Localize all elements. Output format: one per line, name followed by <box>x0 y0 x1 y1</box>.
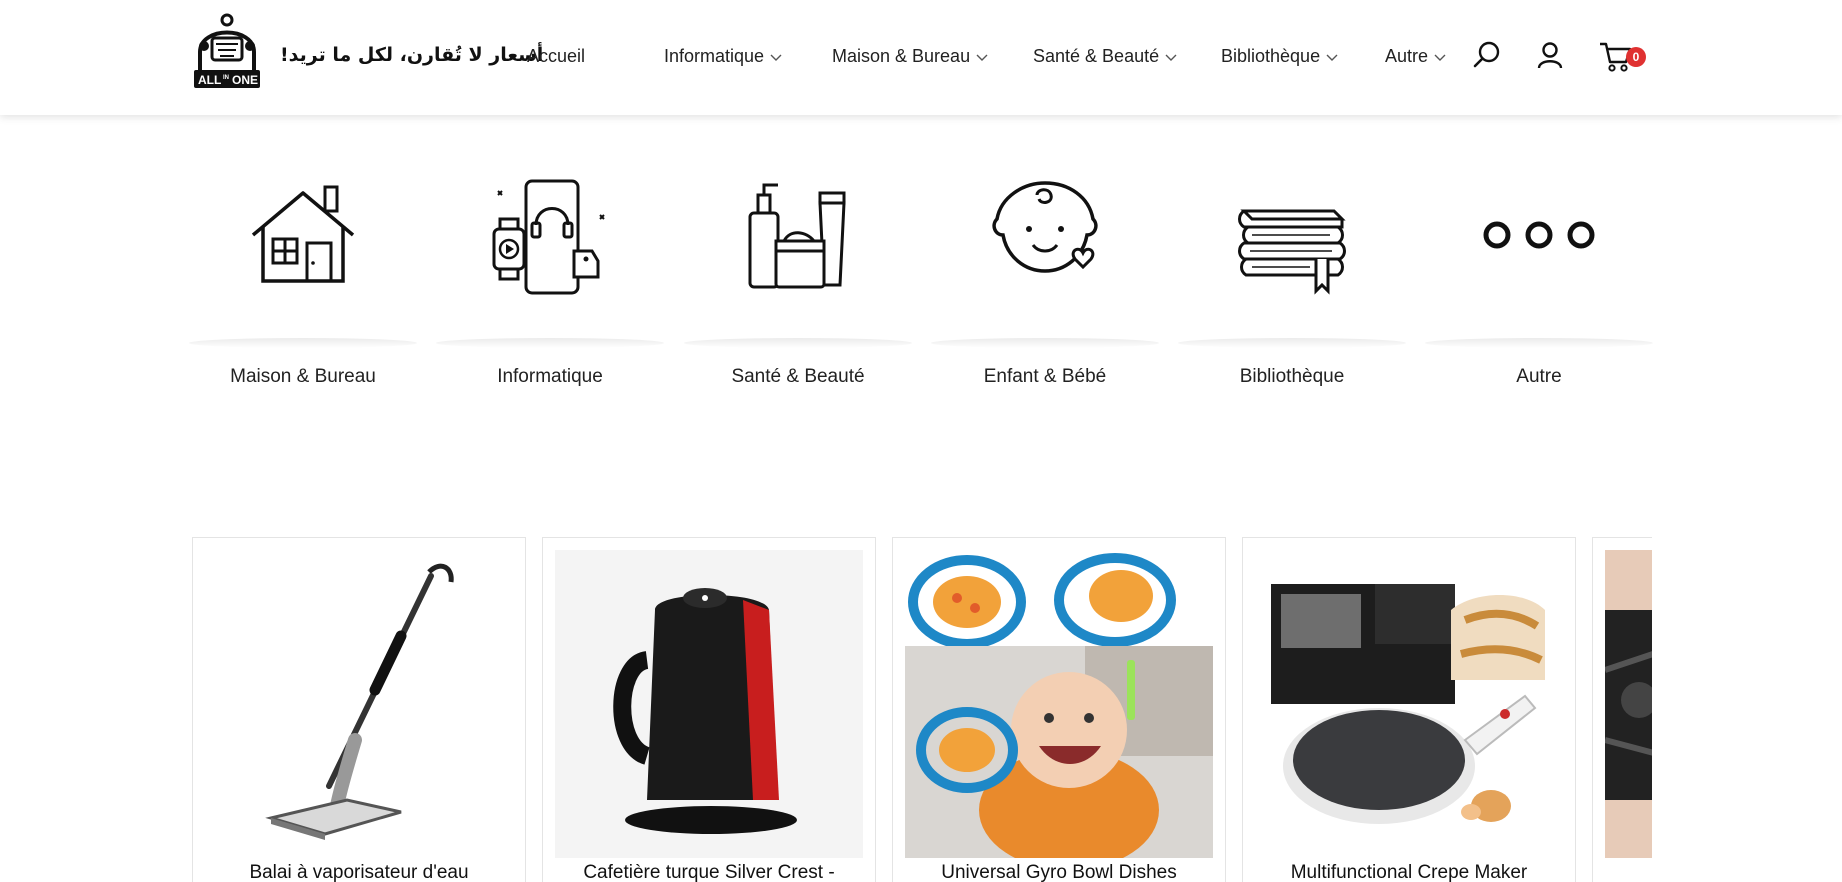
product-card[interactable]: Multifunctional Crepe Maker <box>1242 537 1576 882</box>
chevron-down-icon <box>1165 54 1177 61</box>
more-dots-icon <box>1483 221 1595 249</box>
books-icon <box>1238 209 1346 295</box>
crepe-maker-image <box>1255 550 1563 858</box>
house-icon <box>251 185 355 283</box>
logo-text-in: IN <box>223 75 229 81</box>
product-title: Balai à vaporisateur d'eau <box>249 862 469 882</box>
product-carousel: Balai à vaporisateur d'eau Cafetière tur… <box>192 537 1652 882</box>
brand-tagline: أسعار لا تُقارن، لكل ما تريد! <box>280 44 544 66</box>
category-bibliotheque[interactable]: Bibliothèque <box>1178 165 1406 395</box>
category-divider <box>1178 338 1406 348</box>
chevron-down-icon <box>1326 54 1338 61</box>
product-card[interactable]: Cafetière turque Silver Crest - <box>542 537 876 882</box>
product-card[interactable]: Universal Gyro Bowl Dishes <box>892 537 1226 882</box>
category-label: Enfant & Bébé <box>983 366 1107 387</box>
nav-label: Santé & Beauté <box>1033 46 1160 66</box>
product-card[interactable]: N <box>1592 537 1652 882</box>
category-autre[interactable]: Autre <box>1425 165 1653 395</box>
site-header: ALL IN ONE أسعار لا تُقارن، لكل ما تريد!… <box>0 0 1842 115</box>
category-label: Maison & Bureau <box>230 366 376 387</box>
category-informatique[interactable]: Informatique <box>436 165 664 395</box>
category-divider <box>189 338 417 348</box>
nav-maison-bureau[interactable]: Maison & Bureau <box>832 46 988 67</box>
nav-label: Accueil <box>527 46 586 66</box>
gyro-bowl-image <box>905 550 1213 858</box>
brand-logo[interactable]: ALL IN ONE <box>192 12 262 90</box>
nav-accueil[interactable]: Accueil <box>527 46 585 67</box>
spray-mop-image <box>205 550 513 858</box>
category-label: Santé & Beauté <box>731 366 865 387</box>
user-icon[interactable] <box>1535 40 1565 70</box>
logo-text-all: ALL <box>198 73 221 87</box>
product-title: N <box>1593 862 1652 882</box>
category-divider <box>1425 338 1653 348</box>
nav-label: Autre <box>1385 46 1429 66</box>
category-label: Autre <box>1516 366 1562 387</box>
category-maison-bureau[interactable]: Maison & Bureau <box>189 165 417 395</box>
search-icon[interactable] <box>1472 40 1502 70</box>
turkish-coffee-maker-image <box>555 550 863 858</box>
cosmetics-icon <box>748 183 846 289</box>
nav-informatique[interactable]: Informatique <box>664 46 782 67</box>
nav-autre[interactable]: Autre <box>1385 46 1446 67</box>
knee-brace-image <box>1605 550 1652 858</box>
product-title: Universal Gyro Bowl Dishes <box>941 862 1177 882</box>
product-card[interactable]: Balai à vaporisateur d'eau <box>192 537 526 882</box>
chevron-down-icon <box>1434 54 1446 61</box>
cart-count-badge: 0 <box>1626 47 1646 67</box>
category-divider <box>684 338 912 348</box>
category-enfant-bebe[interactable]: Enfant & Bébé <box>931 165 1159 395</box>
logo-text-one: ONE <box>232 73 258 87</box>
category-label: Informatique <box>497 366 603 387</box>
category-divider <box>931 338 1159 348</box>
nav-label: Maison & Bureau <box>832 46 971 66</box>
product-title: Multifunctional Crepe Maker <box>1290 862 1528 882</box>
category-divider <box>436 338 664 348</box>
category-sante-beaute[interactable]: Santé & Beauté <box>684 165 912 395</box>
nav-bibliotheque[interactable]: Bibliothèque <box>1221 46 1338 67</box>
category-label: Bibliothèque <box>1239 366 1345 387</box>
product-title: Cafetière turque Silver Crest - <box>583 862 835 882</box>
nav-sante-beaute[interactable]: Santé & Beauté <box>1033 46 1177 67</box>
chevron-down-icon <box>770 54 782 61</box>
chevron-down-icon <box>976 54 988 61</box>
devices-icon <box>492 179 605 295</box>
nav-label: Bibliothèque <box>1221 46 1321 66</box>
nav-label: Informatique <box>664 46 765 66</box>
baby-face-icon <box>992 181 1098 273</box>
